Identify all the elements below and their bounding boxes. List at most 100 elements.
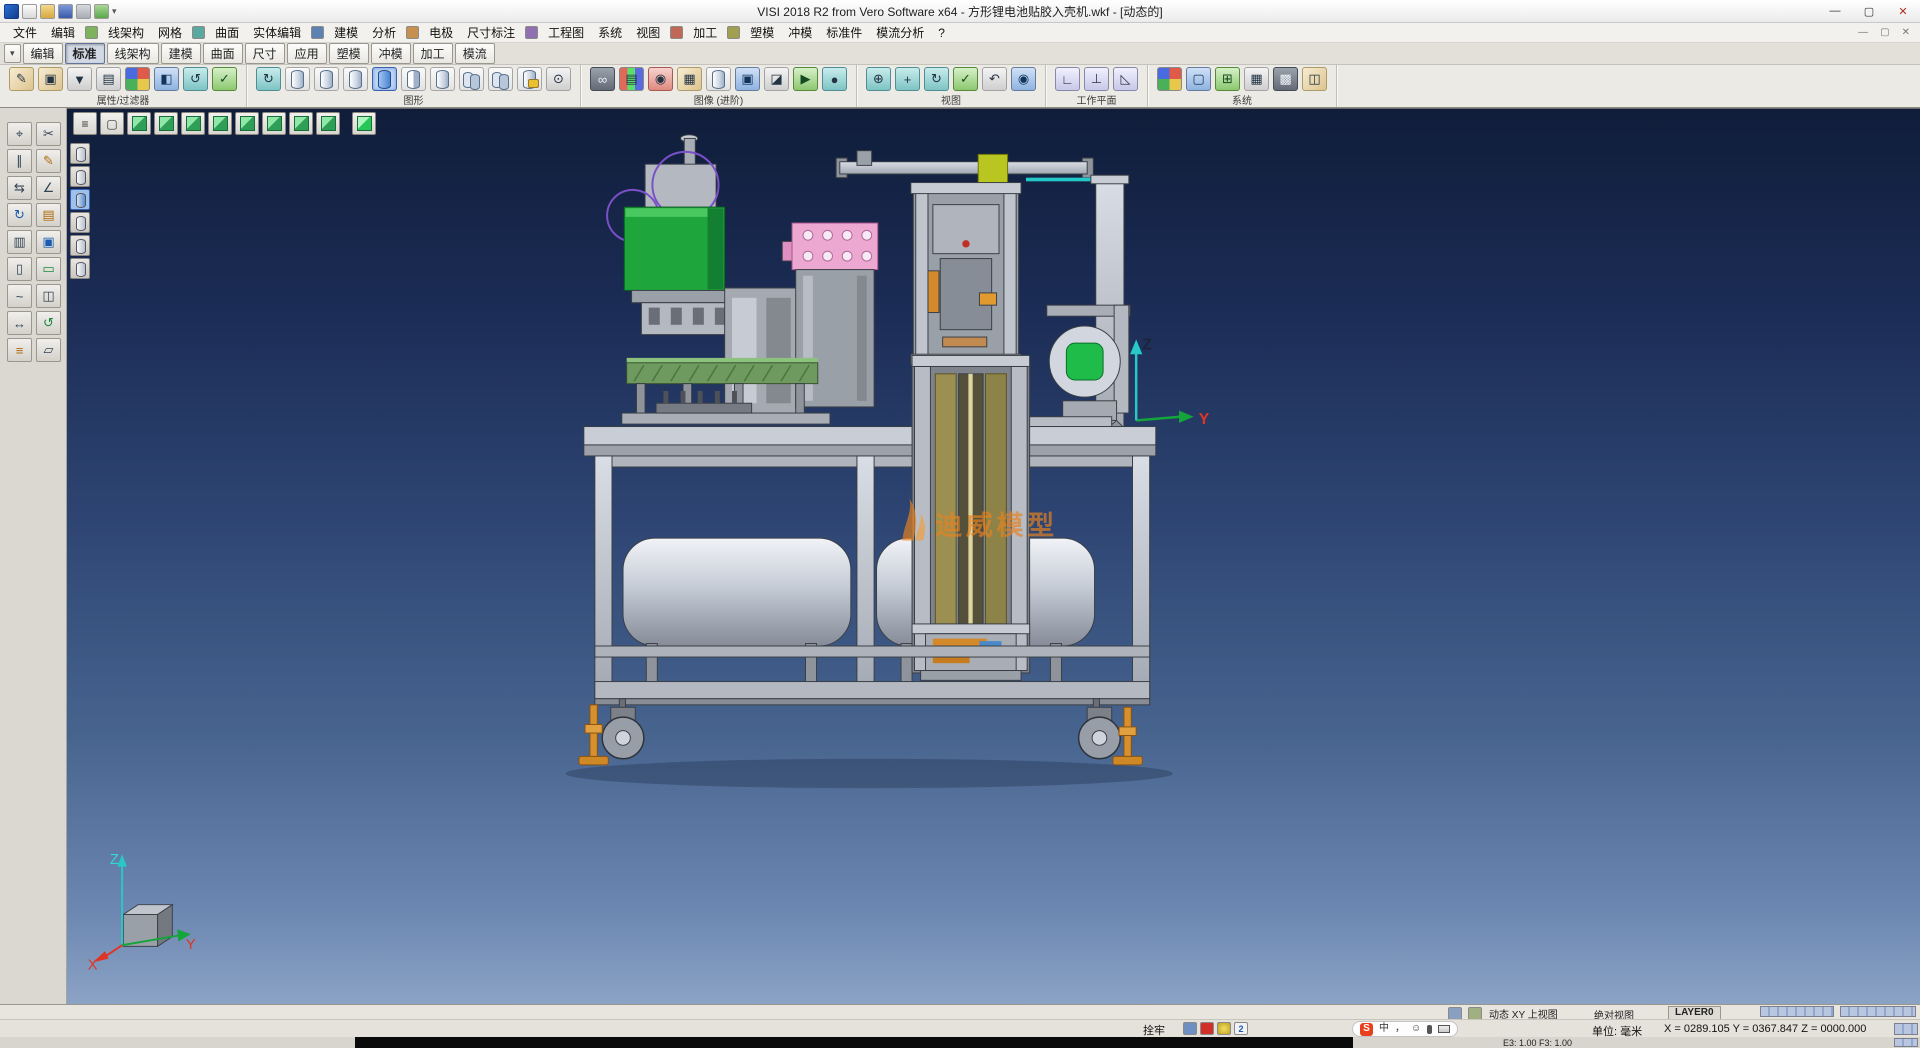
highlight-filter-icon[interactable]: ◧ bbox=[154, 67, 179, 91]
menu-group-icon[interactable] bbox=[192, 26, 205, 39]
menu-drawing[interactable]: 工程图 bbox=[541, 23, 591, 42]
tab-edit[interactable]: 编辑 bbox=[23, 43, 63, 64]
view-list-icon[interactable]: ≡ bbox=[73, 112, 97, 135]
menu-analysis[interactable]: 分析 bbox=[365, 23, 403, 42]
stack-icon[interactable]: ▥ bbox=[7, 230, 32, 254]
view-iso-icon[interactable] bbox=[289, 112, 313, 135]
sphere-render-icon[interactable]: ● bbox=[822, 67, 847, 91]
mask-solids-icon[interactable] bbox=[70, 166, 90, 187]
curve-icon[interactable]: ~ bbox=[7, 284, 32, 308]
new-file-icon[interactable] bbox=[22, 4, 37, 19]
spreadsheet-icon[interactable]: ▦ bbox=[1244, 67, 1269, 91]
view-right-icon[interactable] bbox=[181, 112, 205, 135]
layers-icon[interactable]: ≡ bbox=[7, 338, 32, 362]
snap-status-icon[interactable] bbox=[1217, 1022, 1231, 1035]
sheet-icon[interactable]: ▱ bbox=[36, 338, 61, 362]
workplane-align-icon[interactable]: ⊥ bbox=[1084, 67, 1109, 91]
snapshot-icon[interactable]: ▣ bbox=[735, 67, 760, 91]
menu-group-icon[interactable] bbox=[85, 26, 98, 39]
tab-dimension[interactable]: 尺寸 bbox=[245, 43, 285, 64]
lock-label[interactable]: 拴牢 bbox=[1143, 1022, 1165, 1038]
rotate-view-icon[interactable]: ↻ bbox=[924, 67, 949, 91]
menu-group-icon[interactable] bbox=[406, 26, 419, 39]
minimize-button[interactable]: — bbox=[1818, 0, 1852, 22]
menu-flow-analysis[interactable]: 模流分析 bbox=[869, 23, 931, 42]
refresh-graphics-icon[interactable]: ↻ bbox=[256, 67, 281, 91]
machine-model[interactable]: 迪威模型 Y Z Z Y X bbox=[67, 109, 1920, 1004]
tab-application[interactable]: 应用 bbox=[287, 43, 327, 64]
tab-overflow-menu[interactable]: ▾ bbox=[4, 44, 21, 63]
hidden-line-cylinder-icon[interactable] bbox=[314, 67, 339, 91]
calculator-icon[interactable]: ▩ bbox=[1273, 67, 1298, 91]
tab-wireframe[interactable]: 线架构 bbox=[107, 43, 159, 64]
tab-machining[interactable]: 加工 bbox=[413, 43, 453, 64]
angle-icon[interactable]: ∠ bbox=[36, 176, 61, 200]
cylinder-compare-icon[interactable] bbox=[488, 67, 513, 91]
menu-solid-edit[interactable]: 实体编辑 bbox=[246, 23, 308, 42]
rendered-cylinder-icon[interactable] bbox=[372, 67, 397, 91]
material-icon[interactable]: ◉ bbox=[648, 67, 673, 91]
menu-electrode[interactable]: 电极 bbox=[422, 23, 460, 42]
3d-viewport[interactable]: ≡▢ bbox=[67, 108, 1920, 1004]
stereo-glasses-icon[interactable]: ∞ bbox=[590, 67, 615, 91]
cylinder-icon[interactable]: ▯ bbox=[7, 257, 32, 281]
menu-help[interactable]: ? bbox=[931, 25, 952, 41]
color-palette-icon[interactable] bbox=[1157, 67, 1182, 91]
pan-view-icon[interactable]: + bbox=[895, 67, 920, 91]
clamp-status-icon[interactable] bbox=[1183, 1022, 1197, 1035]
menu-edit[interactable]: 编辑 bbox=[44, 23, 82, 42]
maximize-button[interactable]: ▢ bbox=[1852, 0, 1886, 22]
workplane-xy-icon[interactable]: ∟ bbox=[1055, 67, 1080, 91]
tab-die[interactable]: 冲模 bbox=[371, 43, 411, 64]
render-cylinder-icon[interactable] bbox=[706, 67, 731, 91]
menu-surface[interactable]: 曲面 bbox=[208, 23, 246, 42]
book-icon[interactable]: ▣ bbox=[36, 230, 61, 254]
menu-mold[interactable]: 塑模 bbox=[743, 23, 781, 42]
tab-standard[interactable]: 标准 bbox=[65, 43, 105, 64]
tab-flow[interactable]: 模流 bbox=[455, 43, 495, 64]
view-left-icon[interactable] bbox=[208, 112, 232, 135]
dimension-icon[interactable]: ↔ bbox=[7, 311, 32, 335]
print-icon[interactable] bbox=[76, 4, 91, 19]
child-restore-button[interactable]: ▢ bbox=[1880, 27, 1889, 38]
menu-group-icon[interactable] bbox=[311, 26, 324, 39]
open-file-icon[interactable] bbox=[40, 4, 55, 19]
monitor-icon[interactable]: ▢ bbox=[1186, 67, 1211, 91]
view-top-icon[interactable] bbox=[127, 112, 151, 135]
menu-mesh[interactable]: 网格 bbox=[151, 23, 189, 42]
tab-mold[interactable]: 塑模 bbox=[329, 43, 369, 64]
cylinder-edges-icon[interactable] bbox=[430, 67, 455, 91]
count-badge[interactable]: 2 bbox=[1234, 1022, 1248, 1035]
save-file-icon[interactable] bbox=[58, 4, 73, 19]
menu-system[interactable]: 系统 bbox=[591, 23, 629, 42]
sogou-logo-icon[interactable]: S bbox=[1360, 1023, 1373, 1036]
film-strip-icon[interactable]: ▤ bbox=[619, 67, 644, 91]
casters-and-feet[interactable] bbox=[579, 699, 1142, 765]
child-minimize-button[interactable]: — bbox=[1858, 27, 1868, 38]
close-button[interactable]: ✕ bbox=[1886, 0, 1920, 22]
menu-file[interactable]: 文件 bbox=[6, 23, 44, 42]
rotate-icon[interactable]: ↻ bbox=[7, 203, 32, 227]
menu-modeling[interactable]: 建模 bbox=[327, 23, 365, 42]
menu-group-icon[interactable] bbox=[670, 26, 683, 39]
reset-filter-icon[interactable]: ↺ bbox=[183, 67, 208, 91]
mirror-icon[interactable]: ◫ bbox=[36, 284, 61, 308]
child-close-button[interactable]: ✕ bbox=[1902, 27, 1910, 38]
mask-hidden-icon[interactable] bbox=[70, 258, 90, 279]
trim-icon[interactable]: ✂ bbox=[36, 122, 61, 146]
double-cylinder-icon[interactable] bbox=[459, 67, 484, 91]
view-wireframe-icon[interactable]: ▢ bbox=[100, 112, 124, 135]
mask-wireframe-icon[interactable] bbox=[70, 212, 90, 233]
ime-emoji-button[interactable]: ☺ bbox=[1411, 1022, 1421, 1036]
pencil-icon[interactable]: ✎ bbox=[36, 149, 61, 173]
wireframe-cylinder-icon[interactable] bbox=[285, 67, 310, 91]
ime-language-toggle[interactable]: 中 bbox=[1379, 1022, 1389, 1036]
cylinder-lock-icon[interactable] bbox=[517, 67, 542, 91]
view-front-icon[interactable] bbox=[154, 112, 178, 135]
menu-view[interactable]: 视图 bbox=[629, 23, 667, 42]
ime-punctuation-toggle[interactable]: ， bbox=[1395, 1022, 1405, 1036]
play-animation-icon[interactable]: ▶ bbox=[793, 67, 818, 91]
tab-modeling[interactable]: 建模 bbox=[161, 43, 201, 64]
menu-group-icon[interactable] bbox=[727, 26, 740, 39]
offset-icon[interactable]: ⇆ bbox=[7, 176, 32, 200]
